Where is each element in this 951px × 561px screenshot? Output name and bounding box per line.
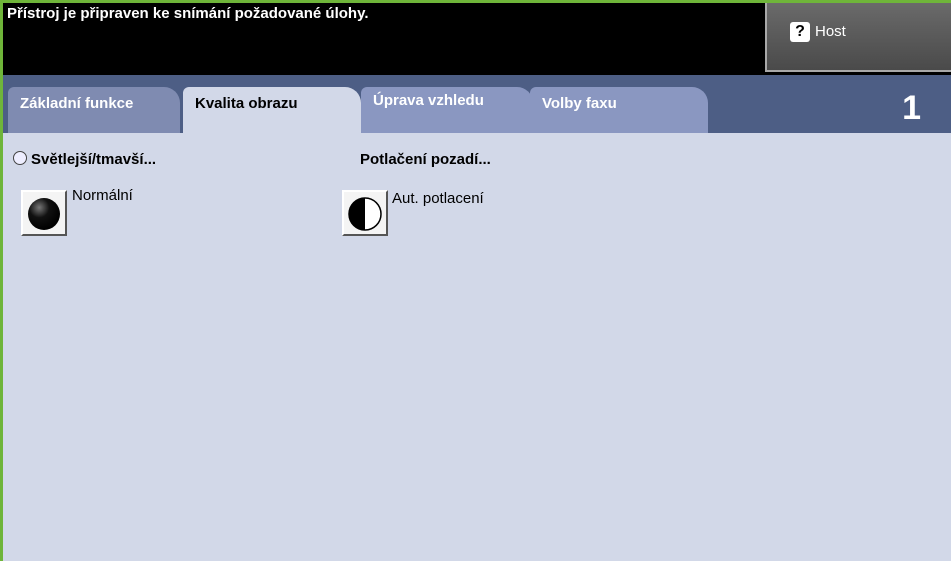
tab-fax-options[interactable]: Volby faxu xyxy=(530,87,708,133)
tab-basic-features[interactable]: Základní funkce xyxy=(8,87,180,133)
status-message: Přístroj je připraven ke snímání požadov… xyxy=(7,5,369,22)
tab-label: Základní funkce xyxy=(20,95,134,112)
tab-label: Volby faxu xyxy=(542,95,617,112)
lighter-darker-button[interactable] xyxy=(21,190,67,236)
tab-label: Kvalita obrazu xyxy=(195,95,298,112)
image-quality-panel: Světlejší/tmavší... Normální Potlačení p… xyxy=(3,133,951,561)
lighter-darker-title[interactable]: Světlejší/tmavší... xyxy=(13,151,156,168)
background-suppression-value: Aut. potlacení xyxy=(392,190,484,207)
tab-bar: Základní funkce Kvalita obrazu Úprava vz… xyxy=(3,75,951,133)
background-suppression-title[interactable]: Potlačení pozadí... xyxy=(360,151,491,168)
tab-layout-adjustment[interactable]: Úprava vzhledu xyxy=(361,87,533,133)
page-number: 1 xyxy=(902,89,921,127)
help-button-label: Host xyxy=(815,23,846,40)
help-button[interactable]: ? Host xyxy=(765,3,951,72)
help-icon: ? xyxy=(790,22,810,42)
device-screen: Přístroj je připraven ke snímání požadov… xyxy=(0,0,951,561)
tab-label: Úprava vzhledu xyxy=(373,92,484,109)
radio-icon xyxy=(13,151,27,165)
background-suppression-button[interactable] xyxy=(342,190,388,236)
status-header: Přístroj je připraven ke snímání požadov… xyxy=(3,3,951,75)
tab-image-quality[interactable]: Kvalita obrazu xyxy=(183,87,361,133)
lighter-darker-value: Normální xyxy=(72,187,133,204)
